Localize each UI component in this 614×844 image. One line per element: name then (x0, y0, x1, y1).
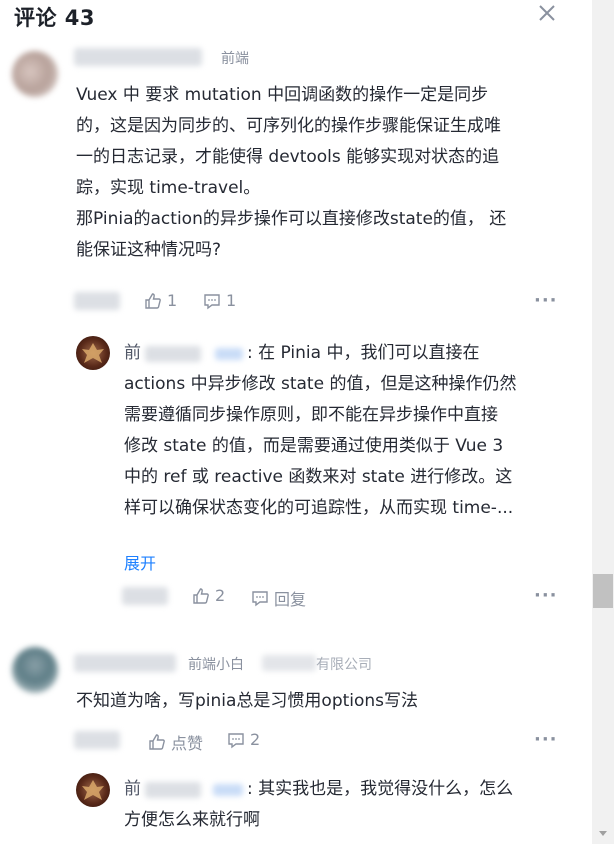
scrollbar-thumb[interactable] (593, 574, 613, 608)
comment-icon (252, 591, 268, 607)
thumb-up-icon (193, 587, 209, 604)
thumb-up-icon (145, 292, 161, 309)
more-options-button[interactable]: ··· (534, 290, 558, 311)
reply-label: 回复 (274, 590, 307, 609)
reply-count-button[interactable]: 1 (203, 291, 236, 310)
comment-text: Vuex 中 要求 mutation 中回调函数的操作一定是同步 的，这是因为同… (76, 80, 576, 266)
comment-text-line: 一的日志记录，才能使得 devtools 能够实现对状态的追 (76, 147, 500, 167)
reply-author-name[interactable]: 前 (124, 338, 141, 369)
timestamp-redacted (74, 292, 120, 310)
reply-text-line: 方便怎么来就行啊 (124, 810, 260, 830)
like-button[interactable]: 2 (192, 586, 225, 605)
reply-text-line: 需要遵循同步操作原则，即不能在异步操作中直接 (124, 405, 498, 425)
like-count: 2 (215, 586, 226, 605)
reply-text: 前 : 在 Pinia 中，我们可以直接在 actions 中异步修改 stat… (124, 338, 574, 524)
avatar[interactable] (76, 773, 110, 807)
comment-icon (204, 293, 220, 309)
comments-title: 评论 43 (14, 6, 96, 30)
comment-text-line: 能保证这种情况吗? (76, 240, 222, 260)
comment-text-line: 那Pinia的action的异步操作可以直接修改state的值， 还 (76, 209, 507, 229)
like-button[interactable]: 点赞 (148, 730, 203, 754)
username-redacted[interactable] (74, 654, 176, 672)
avatar[interactable] (76, 336, 110, 370)
comment-icon (228, 732, 244, 748)
job-title-badge: 前端小白 (188, 657, 244, 673)
comment-text-line: 踪，实现 time-travel。 (76, 178, 261, 198)
username-redacted[interactable] (74, 48, 202, 66)
more-options-button[interactable]: ··· (534, 729, 558, 750)
comment-text-line: Vuex 中 要求 mutation 中回调函数的操作一定是同步 (76, 85, 489, 105)
more-options-button[interactable]: ··· (534, 585, 558, 606)
reply-button[interactable]: 回复 (251, 586, 306, 610)
username-redacted[interactable] (145, 345, 201, 362)
reply-count-button[interactable]: 2 (227, 730, 260, 749)
thumb-up-icon (149, 734, 165, 750)
reply-count: 2 (250, 730, 261, 749)
badge-redacted (213, 783, 243, 796)
reply-text-line: 中的 ref 或 reactive 函数来对 state 进行修改。这 (124, 467, 513, 487)
badge-redacted (215, 347, 243, 360)
emblem-icon (82, 343, 104, 363)
reply-author-name[interactable]: 前 (124, 774, 141, 805)
timestamp-redacted (74, 731, 120, 749)
avatar[interactable] (12, 51, 58, 97)
reply-text: 前 : 其实我也是，我觉得没什么，怎么 方便怎么来就行啊 (124, 774, 574, 836)
comment-text: 不知道为啥，写pinia总是习惯用options写法 (76, 691, 419, 711)
company-redacted (262, 655, 316, 671)
timestamp-redacted (122, 587, 168, 605)
like-count: 1 (167, 291, 178, 310)
reply-text-line: 修改 state 的值，而是需要通过使用类似于 Vue 3 (124, 436, 504, 456)
username-redacted[interactable] (145, 781, 201, 798)
close-icon[interactable] (536, 2, 558, 24)
emblem-icon (82, 780, 104, 800)
company-name: 有限公司 (316, 657, 372, 673)
comment-text-line: 的，这是因为同步的、可序列化的操作步骤能保证生成唯 (76, 116, 501, 136)
reply-text-line: : 其实我也是，我觉得没什么，怎么 (247, 779, 514, 799)
reply-text-line: actions 中异步修改 state 的值，但是这种操作仍然 (124, 374, 517, 394)
reply-text-line: 样可以确保状态变化的可追踪性，从而实现 time-... (124, 498, 514, 518)
like-label: 点赞 (171, 734, 204, 753)
scroll-down-arrow-icon[interactable] (592, 822, 614, 844)
scrollbar-track[interactable] (592, 0, 614, 844)
reply-count: 1 (226, 291, 237, 310)
like-button[interactable]: 1 (144, 291, 177, 310)
expand-link[interactable]: 展开 (124, 550, 156, 574)
job-title-badge: 前端 (221, 51, 249, 67)
reply-text-line: : 在 Pinia 中，我们可以直接在 (247, 343, 480, 363)
avatar[interactable] (12, 647, 58, 693)
